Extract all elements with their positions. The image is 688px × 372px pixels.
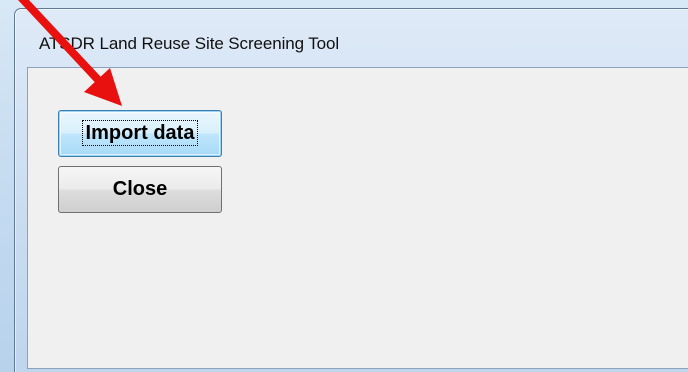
title-bar[interactable]: ATSDR Land Reuse Site Screening Tool bbox=[15, 9, 688, 53]
desktop: ATSDR Land Reuse Site Screening Tool Imp… bbox=[0, 0, 688, 372]
close-button[interactable]: Close bbox=[58, 166, 222, 213]
import-data-button[interactable]: Import data bbox=[58, 110, 222, 157]
import-data-button-label: Import data bbox=[81, 120, 199, 146]
close-button-label: Close bbox=[112, 178, 168, 200]
dialog-client-area: Import data Close bbox=[27, 67, 688, 369]
window-title: ATSDR Land Reuse Site Screening Tool bbox=[39, 34, 340, 53]
dialog-window: ATSDR Land Reuse Site Screening Tool Imp… bbox=[14, 8, 688, 372]
